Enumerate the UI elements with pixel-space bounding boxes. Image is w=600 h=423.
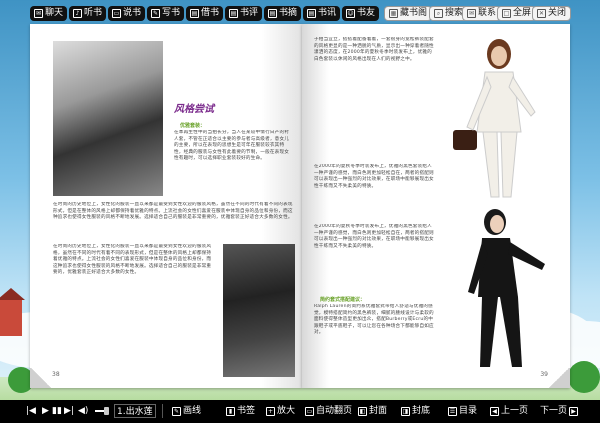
draw-line-button[interactable]: ✎ 画线 [172, 404, 201, 418]
borrow-icon: ▤ [190, 9, 199, 18]
model-white-outfit-figure [453, 39, 536, 198]
excerpt-button[interactable]: ▤ 书摘 [264, 6, 302, 21]
write-button[interactable]: ✎ 写书 [147, 6, 185, 21]
fashion-photo-car [53, 41, 163, 196]
body-text: 在2000年的夏秋冬季时装发布上，优雅的黑色套装给人一种严谨的感觉，而白色则更加… [314, 224, 434, 249]
model-black-suit-figure [468, 209, 545, 367]
cover-button[interactable]: ◧ 封面 [358, 404, 387, 418]
bookmark-icon: ▮ [226, 406, 235, 416]
friends-button[interactable]: ☺ 书友 [342, 6, 380, 21]
next-page-button[interactable]: 下一页 ▶ [540, 404, 579, 418]
listen-button[interactable]: ♪ 听书 [69, 6, 107, 21]
bookmark-button[interactable]: ▮ 书签 [226, 404, 255, 418]
right-page[interactable]: 子相当宜立，搭搭着配备着着，一套很身的宽松裤装配套的风格更显的是一种洒脱的气质，… [302, 24, 570, 388]
contents-button[interactable]: ☰ 目录 [448, 404, 477, 418]
left-page[interactable]: 风格尝试 优雅套装： 在本再生性中的当拍长分，当人在某较中情行日产的衬人套，不管… [30, 24, 302, 388]
volume-icon[interactable]: ◀) [78, 404, 88, 418]
page-curl-corner[interactable] [30, 368, 52, 388]
pen-icon: ✎ [172, 406, 181, 416]
chat-button[interactable]: ✉ 聊天 [30, 6, 68, 21]
page-number: 38 [52, 371, 60, 378]
divider [162, 404, 163, 418]
news-button[interactable]: ▤ 书讯 [303, 6, 341, 21]
close-button[interactable]: ✕ 关闭 [532, 6, 572, 21]
speak-icon: ▭ [112, 9, 121, 18]
play-button[interactable]: ▶ [42, 404, 49, 418]
close-icon: ✕ [537, 9, 546, 18]
contents-icon: ☰ [448, 406, 457, 416]
zoom-in-icon: + [266, 406, 275, 416]
house-decoration [0, 288, 25, 336]
auto-flip-icon: ▭ [305, 406, 314, 416]
top-toolbar: ✉ 聊天 ♪ 听书 ▭ 说书 ✎ 写书 ▤ 借书 ▤ 书评 ▤ 书摘 ▤ 书讯 ☺ 书友 ▦ 藏书阁… [0, 0, 600, 24]
excerpt-icon: ▤ [268, 9, 277, 18]
back-cover-button[interactable]: ◨ 封底 [401, 404, 430, 418]
borrow-button[interactable]: ▤ 借书 [186, 6, 224, 21]
contact-icon: ✉ [467, 9, 476, 18]
fullscreen-icon: □ [502, 9, 511, 18]
write-icon: ✎ [151, 9, 160, 18]
cover-icon: ◧ [358, 406, 367, 416]
auto-flip-button[interactable]: ▭ 自动翻页 [305, 404, 352, 418]
speak-button[interactable]: ▭ 说书 [108, 6, 146, 21]
body-text: 在时尚的历史地位上，女性化的服装一直以来都是最受到女性欢迎的服装风格，虽然在不同… [53, 244, 212, 276]
body-text: 在本再生性中的当拍长分，当人在某较中情行日产的衬人套，不管在正适合以主要的参与者… [174, 130, 290, 162]
music-select[interactable]: 1.出水莲 [114, 404, 156, 418]
zoom-in-button[interactable]: + 放大 [266, 404, 295, 418]
review-icon: ▤ [229, 9, 238, 18]
library-icon: ▦ [389, 9, 398, 18]
body-text: Ralph Lauren的简约系优雅套式带给人舒适与优雅的感觉，模特搭配简约的黑… [314, 304, 434, 336]
bottom-control-bar: |◀ ▶ ▮▮ ▶| ◀) 1.出水莲 ✎ 画线 ▮ 书签 + 放大 ▭ 自动翻页 ◧ 封… [0, 400, 600, 423]
headphones-icon: ♪ [73, 9, 82, 18]
first-track-button[interactable]: |◀ [26, 404, 36, 418]
chat-icon: ✉ [34, 9, 43, 18]
body-text: 在时尚的历史地位上，女性化的服装一直以来都是最受到女性欢迎的服装风格，虽然在不同… [53, 202, 293, 221]
last-track-button[interactable]: ▶| [64, 404, 74, 418]
flip-book: 风格尝试 优雅套装： 在本再生性中的当拍长分，当人在某较中情行日产的衬人套，不管… [24, 24, 576, 392]
article-title: 风格尝试 [174, 104, 214, 115]
news-icon: ▤ [307, 9, 316, 18]
body-text: 在2000年的夏秋冬季时装发布上，优雅的黑色套装给人一种严谨的感觉，而白色则更加… [314, 164, 434, 189]
back-cover-icon: ◨ [401, 406, 410, 416]
search-icon: ⌕ [434, 9, 443, 18]
prev-page-icon: ◀ [490, 406, 499, 416]
review-button[interactable]: ▤ 书评 [225, 6, 263, 21]
contact-button[interactable]: ✉ 联系 [462, 6, 502, 21]
volume-knob[interactable] [104, 407, 109, 415]
pause-button[interactable]: ▮▮ [52, 404, 62, 418]
section-subtitle: 优雅套装： [180, 123, 206, 129]
fashion-photo-street [223, 244, 295, 377]
page-curl-corner[interactable] [548, 368, 570, 388]
page-number: 39 [540, 371, 548, 378]
next-page-icon: ▶ [569, 406, 579, 416]
fullscreen-button[interactable]: □ 全屏 [497, 6, 537, 21]
friends-icon: ☺ [346, 9, 355, 18]
section-subtitle: 简约套式搭配建议： [320, 297, 366, 303]
library-button[interactable]: ▦ 藏书阁 [384, 6, 433, 21]
prev-page-button[interactable]: ◀ 上一页 [490, 404, 528, 418]
